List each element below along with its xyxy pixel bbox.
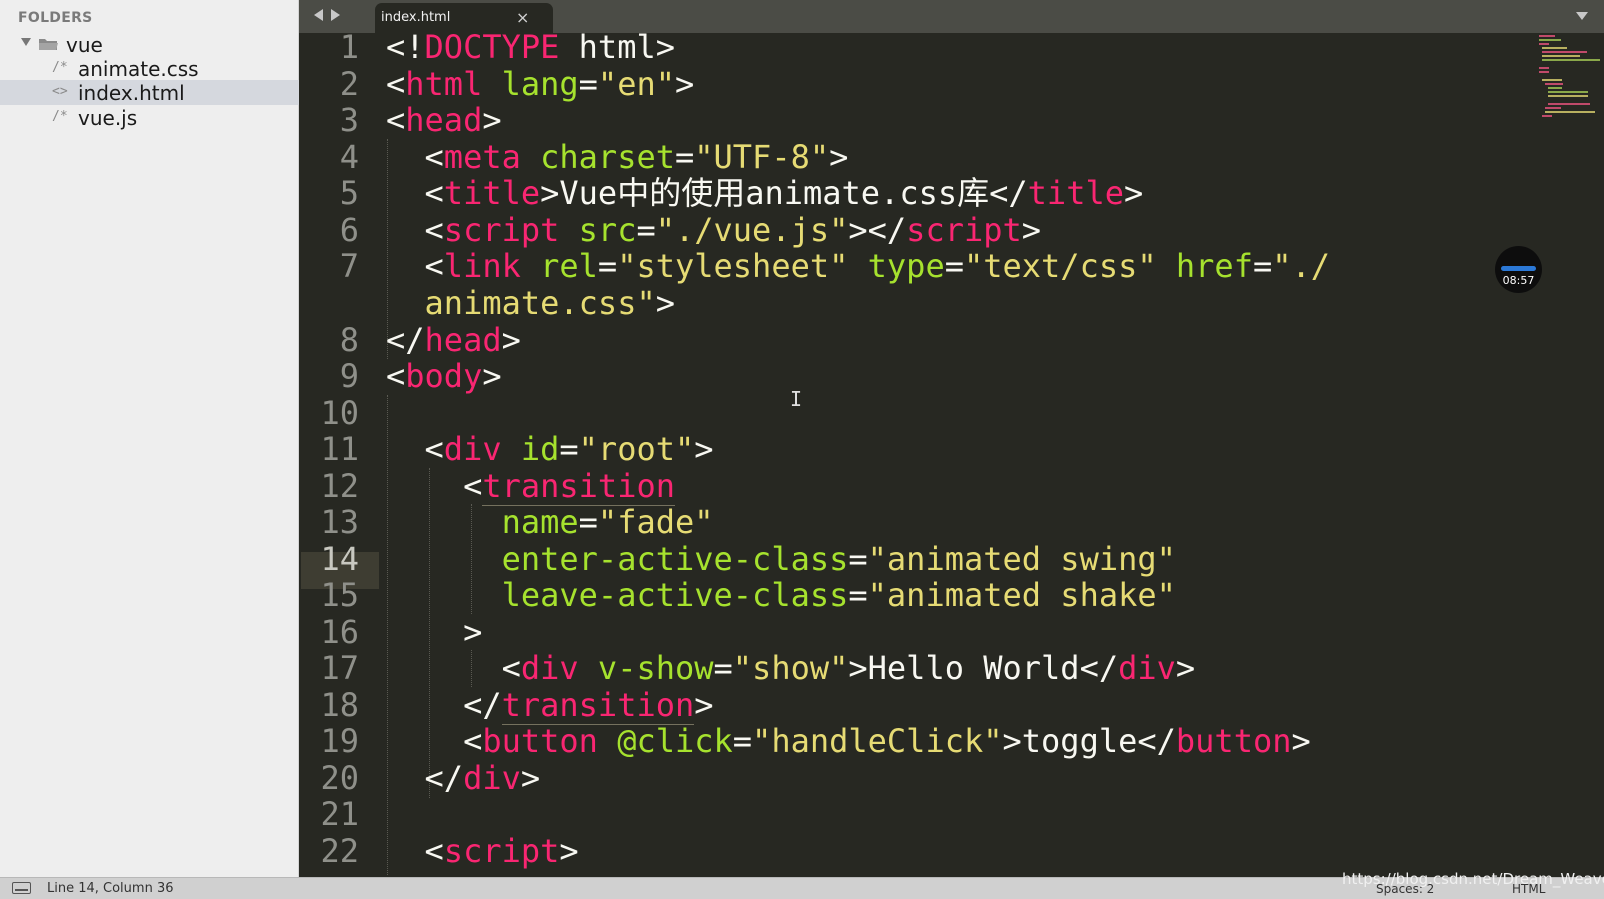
line-number: 4	[339, 138, 359, 176]
code-line-20: </div>	[424, 759, 541, 797]
line-number: 11	[320, 430, 359, 468]
line-number: 3	[339, 101, 359, 139]
file-name: vue.js	[78, 106, 138, 130]
code-editor[interactable]: 1 2 3 4 5 6 7 8 9 10 11 12 13 14 15 16 1…	[299, 33, 1604, 877]
code-line-18: </transition>	[463, 686, 714, 725]
file-item-vue-js[interactable]: /* vue.js	[0, 105, 299, 130]
cursor-position: Line 14, Column 36	[47, 881, 174, 896]
minimap-line	[1542, 51, 1587, 53]
line-number: 6	[339, 211, 359, 249]
timer-text: 08:57	[1502, 274, 1535, 287]
file-item-animate-css[interactable]: /* animate.css	[0, 56, 299, 81]
minimap-line	[1539, 71, 1549, 73]
minimap-line	[1539, 39, 1561, 41]
minimap-line	[1548, 103, 1590, 105]
line-number: 1	[339, 33, 359, 66]
line-number: 15	[320, 576, 359, 614]
code-line-4: <meta charset="UTF-8">	[424, 138, 849, 176]
minimap-line	[1539, 67, 1549, 69]
line-number: 17	[320, 649, 359, 687]
file-item-index-html[interactable]: <> index.html	[0, 80, 299, 105]
code-line-16: >	[463, 613, 483, 651]
panel-toggle-icon[interactable]	[12, 882, 31, 894]
watermark-url: https://blog.csdn.net/Dream_Weave	[1342, 870, 1604, 888]
code-line-7-wrap: animate.css">	[424, 284, 675, 322]
code-file-icon: <>	[52, 84, 68, 99]
code-line-12: <transition	[463, 467, 675, 506]
minimap-line	[1542, 79, 1562, 81]
folder-open-icon	[39, 39, 58, 50]
file-name: animate.css	[78, 57, 199, 81]
line-number-current: 14	[320, 540, 359, 578]
minimap-line	[1539, 43, 1549, 45]
folder-vue[interactable]: vue	[0, 32, 299, 57]
line-number: 20	[320, 759, 359, 797]
minimap-line	[1545, 83, 1563, 85]
disclosure-triangle-icon[interactable]	[21, 38, 31, 46]
code-line-19: <button @click="handleClick">toggle</but…	[463, 722, 1311, 760]
code-line-5: <title>Vue中的使用animate.css库</title>	[424, 174, 1144, 212]
line-number: 18	[320, 686, 359, 724]
file-name: index.html	[78, 81, 185, 105]
line-number: 21	[320, 795, 359, 833]
code-line-22: <script>	[424, 832, 579, 870]
minimap-line	[1542, 47, 1567, 49]
audio-wave-icon	[1501, 266, 1536, 271]
line-number: 10	[320, 394, 359, 432]
line-number: 12	[320, 467, 359, 505]
line-number: 16	[320, 613, 359, 651]
line-number: 9	[339, 357, 359, 395]
comment-file-icon: /*	[52, 109, 68, 124]
tab-close-icon[interactable]: ×	[516, 8, 529, 27]
line-number: 8	[339, 321, 359, 359]
code-line-3: <head>	[386, 101, 502, 139]
line-number: 7	[339, 247, 359, 285]
code-line-15: leave-active-class="animated shake"	[501, 576, 1176, 614]
minimap-line	[1548, 95, 1588, 97]
minimap-line	[1542, 55, 1580, 57]
line-number: 13	[320, 503, 359, 541]
code-line-14: enter-active-class="animated swing"	[501, 540, 1176, 578]
code-line-6: <script src="./vue.js"></script>	[424, 211, 1042, 249]
folder-name: vue	[66, 33, 103, 57]
tab-label: index.html	[381, 10, 451, 25]
minimap-line	[1539, 35, 1555, 37]
code-line-1: <!DOCTYPE html>	[386, 33, 675, 66]
line-number: 5	[339, 174, 359, 212]
recording-timer: 08:57	[1495, 246, 1542, 293]
minimap[interactable]	[1537, 33, 1602, 123]
minimap-line	[1548, 91, 1588, 93]
code-line-13: name="fade"	[501, 503, 714, 541]
comment-file-icon: /*	[52, 60, 68, 75]
minimap-line	[1545, 111, 1595, 113]
tab-index-html[interactable]: index.html ×	[375, 3, 553, 33]
minimap-line	[1545, 107, 1561, 109]
code-line-9: <body>	[386, 357, 502, 395]
code-line-8: </head>	[386, 321, 521, 359]
code-line-2: <html lang="en">	[386, 65, 695, 103]
minimap-line	[1542, 59, 1600, 61]
text-cursor-icon: I	[790, 387, 803, 411]
code-line-17: <div v-show="show">Hello World</div>	[501, 649, 1196, 687]
code-line-7: <link rel="stylesheet" type="text/css" h…	[424, 247, 1331, 285]
folders-heading: FOLDERS	[18, 10, 93, 26]
line-number: 2	[339, 65, 359, 103]
nav-back-icon[interactable]	[314, 9, 323, 21]
sidebar: FOLDERS vue /* animate.css <> index.html…	[0, 0, 299, 877]
tab-dropdown-icon[interactable]	[1576, 12, 1588, 20]
code-line-11: <div id="root">	[424, 430, 714, 468]
minimap-line	[1548, 87, 1562, 89]
minimap-line	[1542, 115, 1552, 117]
line-number: 22	[320, 832, 359, 870]
tab-bar: index.html ×	[299, 0, 1604, 33]
line-number: 19	[320, 722, 359, 760]
nav-forward-icon[interactable]	[331, 9, 340, 21]
